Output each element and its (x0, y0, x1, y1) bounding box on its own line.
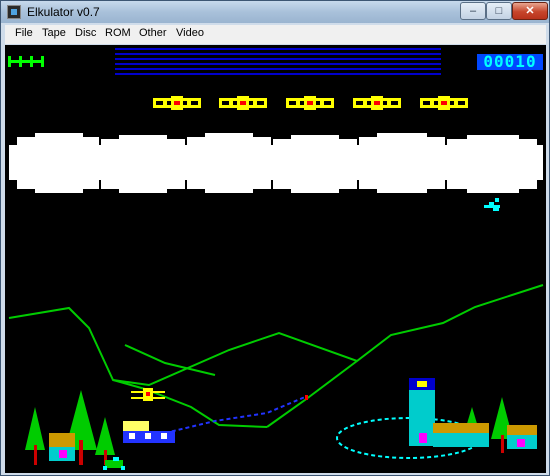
menu-other[interactable]: Other (139, 27, 167, 39)
menu-tape[interactable]: Tape (42, 27, 66, 39)
enemy-plane (219, 96, 267, 110)
score-display: 00010 (477, 54, 543, 70)
cloud-band (9, 133, 543, 193)
house-right (433, 423, 537, 449)
enemy-plane (286, 96, 334, 110)
close-button[interactable]: ✕ (512, 2, 548, 20)
enemy-plane (353, 96, 401, 110)
player-jet (484, 198, 500, 211)
hills (8, 284, 544, 428)
menu-disc[interactable]: Disc (75, 27, 96, 39)
house-center (123, 421, 175, 443)
enemy-plane (153, 96, 201, 110)
minimize-button[interactable]: – (460, 2, 486, 20)
emulator-window: Elkulator v0.7 – □ ✕ File Tape Disc ROM … (0, 0, 550, 476)
window-title: Elkulator v0.7 (27, 5, 100, 19)
emulator-screen[interactable]: 00010 (5, 45, 546, 473)
maximize-button[interactable]: □ (486, 2, 512, 20)
title-bar[interactable]: Elkulator v0.7 – □ ✕ (1, 1, 549, 23)
menu-video[interactable]: Video (176, 27, 204, 39)
menu-file[interactable]: File (15, 27, 33, 39)
menu-rom[interactable]: ROM (105, 27, 131, 39)
plane-lives-icon (8, 56, 44, 67)
tower (409, 378, 435, 446)
game-canvas (8, 48, 544, 470)
enemy-plane (420, 96, 468, 110)
house-left (49, 433, 75, 461)
menu-bar: File Tape Disc ROM Other Video (5, 25, 546, 44)
sky-stripes (115, 48, 441, 75)
app-icon (7, 5, 21, 19)
red-marker (305, 395, 308, 400)
